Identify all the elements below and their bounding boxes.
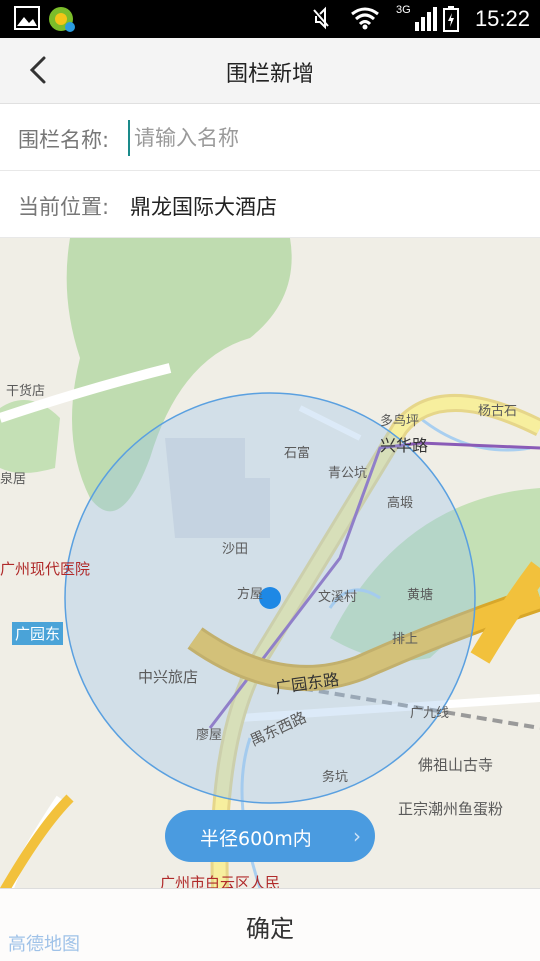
map-label: 广州市白云区人民医院 [160,874,280,888]
map-label: 干货店 [6,380,45,399]
current-location-row: 当前位置: 鼎龙国际大酒店 [0,171,540,238]
map-label: 正宗潮州鱼蛋粉 [398,798,503,819]
confirm-button[interactable]: 确定 [0,888,540,961]
app-notification-icon [48,6,76,34]
map-label: 广九线 [410,702,449,721]
network-type-label: 3G [396,4,411,16]
map-label: 佛祖山古寺 [418,754,493,775]
map-label: 广园东 [12,622,63,645]
map-view[interactable]: 多鸟坪 杨古石 兴华路 石富 青公坑 高塅 沙田 方屋 文溪村 黄塘 排上 广园… [0,238,540,888]
battery-icon [443,6,459,32]
wifi-icon [350,6,380,30]
map-label: 兴华路 [380,432,428,456]
clock: 15:22 [475,6,530,32]
radius-button[interactable]: 半径600m内 › [165,810,375,862]
map-label: 廖屋 [196,724,222,743]
radius-label: 半径600m内 [200,824,312,851]
map-label: 多鸟坪 [380,410,419,429]
map-label: 中兴旅店 [138,666,198,687]
current-location-label: 当前位置: [18,191,109,221]
mute-icon [310,6,332,30]
map-label: 高塅 [387,492,413,511]
chevron-right-icon: › [353,824,361,848]
map-label: 方屋 [237,583,263,602]
map-watermark: 高德地图 [8,930,80,956]
map-label: 黄塘 [407,584,433,603]
map-label: 泉居 [0,468,26,487]
status-bar: 3G 15:22 [0,0,540,38]
map-label: 石富 [284,442,310,461]
map-label: 广州现代医院 [0,558,90,579]
current-location-value: 鼎龙国际大酒店 [130,191,277,221]
map-label: 文溪村 [318,586,357,605]
fence-name-label: 围栏名称: [18,124,109,154]
page-title: 围栏新增 [0,56,540,88]
map-label: 务坑 [322,766,348,785]
map-label: 青公坑 [328,462,367,481]
map-label: 杨古石 [478,400,517,419]
signal-icon [413,6,439,32]
app-bar: 围栏新增 [0,38,540,104]
fence-name-input[interactable] [128,120,516,156]
fence-name-row: 围栏名称: [0,104,540,171]
gallery-icon [14,6,40,30]
map-label: 排上 [392,628,418,647]
map-label: 沙田 [222,538,248,557]
confirm-label: 确定 [0,909,540,944]
